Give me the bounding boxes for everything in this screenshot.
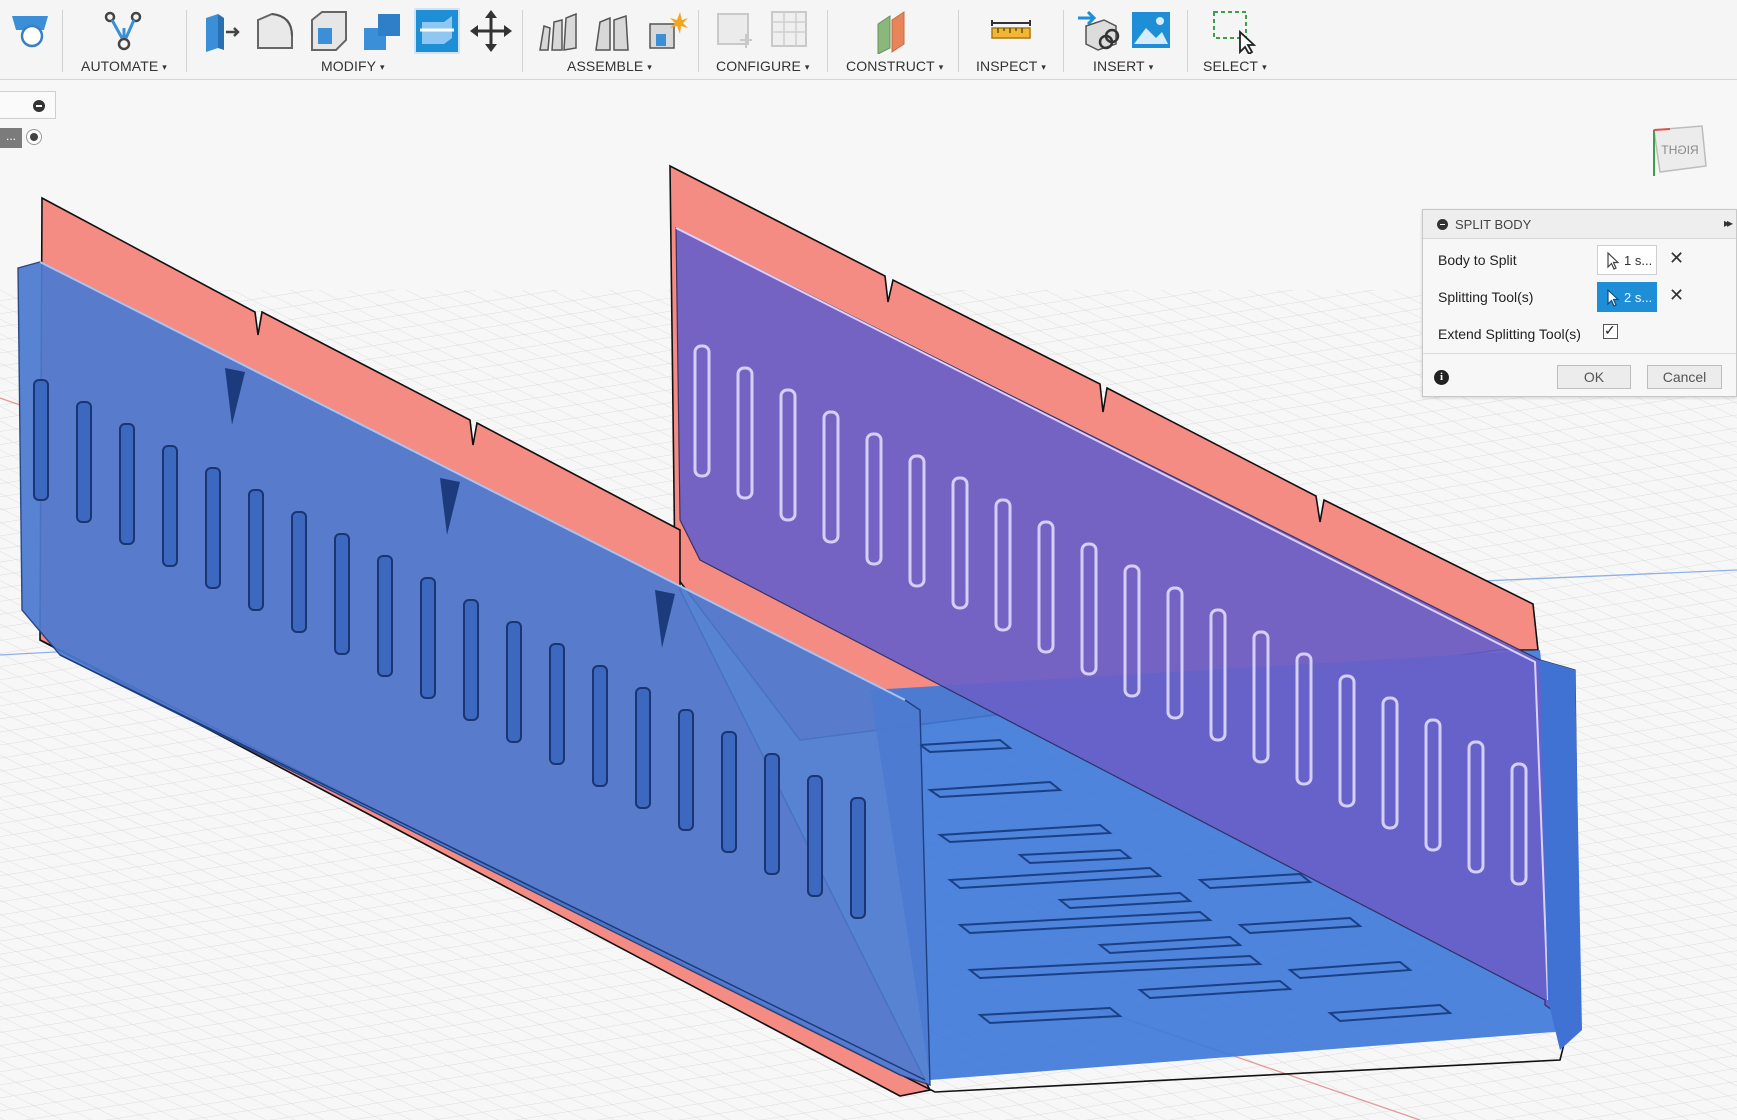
view-cube[interactable]: RIGHT — [1640, 116, 1712, 186]
construct-label: CONSTRUCT — [846, 58, 935, 74]
insert-label: INSERT — [1093, 58, 1145, 74]
toolbar: AUTOMATE ▾ MODIFY ▾ ASSEMBLE ▾ CONFIGURE ▾ — [0, 0, 1737, 80]
insert-derive-icon[interactable] — [1076, 8, 1122, 54]
assemble-label: ASSEMBLE — [567, 58, 644, 74]
dialog-header[interactable]: SPLIT BODY ▸▸ — [1423, 210, 1736, 239]
chevron-down-icon: ▾ — [647, 62, 652, 72]
collapse-icon[interactable] — [33, 100, 45, 112]
collapse-icon[interactable] — [1437, 219, 1448, 230]
insert-canvas-icon[interactable] — [1128, 8, 1174, 54]
browser-panel-header[interactable] — [0, 91, 56, 119]
split-body-icon[interactable] — [414, 8, 460, 54]
body-to-split-selector[interactable]: 1 s... — [1597, 245, 1657, 275]
configure-menu[interactable]: CONFIGURE ▾ — [716, 58, 810, 74]
info-icon[interactable]: i — [1434, 370, 1449, 385]
body-to-split-value: 1 s... — [1624, 253, 1653, 268]
browser-row-label: ... — [0, 128, 22, 148]
chevron-down-icon: ▾ — [1262, 62, 1267, 72]
toolbar-divider — [958, 10, 959, 72]
chevron-down-icon: ▾ — [804, 62, 810, 72]
window-select-icon[interactable] — [1210, 8, 1256, 54]
automate-menu[interactable]: AUTOMATE ▾ — [81, 58, 167, 74]
move-icon[interactable] — [468, 8, 514, 54]
dialog-divider — [1423, 353, 1736, 354]
configuration-table-icon[interactable] — [766, 8, 812, 54]
measure-icon[interactable] — [988, 8, 1034, 54]
toolbar-divider — [698, 10, 699, 72]
modify-label: MODIFY — [321, 58, 377, 74]
view-cube-face-label: RIGHT — [1661, 143, 1699, 157]
chevron-down-icon: ▾ — [938, 62, 944, 72]
shell-icon[interactable] — [306, 8, 352, 54]
toolbar-divider — [1063, 10, 1064, 72]
new-component-icon[interactable] — [644, 8, 690, 54]
fillet-icon[interactable] — [252, 8, 298, 54]
construct-menu[interactable]: CONSTRUCT ▾ — [846, 58, 943, 74]
joint-icon[interactable] — [536, 8, 582, 54]
toolbar-divider — [522, 10, 523, 72]
splitting-tools-selector[interactable]: 2 s... — [1597, 282, 1657, 312]
body-to-split-label: Body to Split — [1438, 252, 1517, 268]
select-label: SELECT — [1203, 58, 1259, 74]
clear-body-selection-icon[interactable]: ✕ — [1669, 248, 1684, 269]
combine-icon[interactable] — [360, 8, 406, 54]
chevron-down-icon: ▾ — [380, 62, 385, 72]
toolbar-divider — [62, 10, 63, 72]
split-body-dialog: SPLIT BODY ▸▸ Body to Split 1 s... ✕ Spl… — [1422, 209, 1737, 397]
select-menu[interactable]: SELECT ▾ — [1203, 58, 1267, 74]
insert-menu[interactable]: INSERT ▾ — [1093, 58, 1153, 74]
inspect-label: INSPECT — [976, 58, 1038, 74]
extend-splitting-tools-checkbox[interactable]: ✓ — [1603, 322, 1618, 339]
expand-icon[interactable]: ▸▸ — [1724, 216, 1733, 230]
as-built-joint-icon[interactable] — [590, 8, 636, 54]
splitting-tools-label: Splitting Tool(s) — [1438, 289, 1534, 305]
modify-menu[interactable]: MODIFY ▾ — [321, 58, 385, 74]
press-pull-icon[interactable] — [198, 8, 244, 54]
chevron-down-icon: ▾ — [1148, 62, 1154, 72]
design-workspace-icon[interactable] — [8, 8, 54, 54]
browser-row[interactable]: ... — [0, 126, 52, 150]
clear-tools-selection-icon[interactable]: ✕ — [1669, 285, 1684, 306]
offset-plane-icon[interactable] — [872, 8, 918, 54]
assemble-menu[interactable]: ASSEMBLE ▾ — [567, 58, 652, 74]
automate-label: AUTOMATE — [81, 58, 159, 74]
cursor-icon — [1607, 252, 1620, 270]
ok-button[interactable]: OK — [1557, 365, 1631, 389]
checkmark-icon: ✓ — [1604, 322, 1616, 338]
automate-icon[interactable] — [100, 8, 146, 54]
splitting-tools-value: 2 s... — [1624, 290, 1653, 305]
toolbar-divider — [1187, 10, 1188, 72]
configure-label: CONFIGURE — [716, 58, 801, 74]
extend-splitting-tools-label: Extend Splitting Tool(s) — [1438, 326, 1581, 342]
chevron-down-icon: ▾ — [1041, 62, 1047, 72]
configure-icon[interactable] — [712, 8, 758, 54]
toolbar-divider — [827, 10, 828, 72]
inspect-menu[interactable]: INSPECT ▾ — [976, 58, 1046, 74]
toolbar-divider — [186, 10, 187, 72]
dialog-title: SPLIT BODY — [1455, 217, 1532, 232]
cancel-button[interactable]: Cancel — [1647, 365, 1722, 389]
chevron-down-icon: ▾ — [162, 62, 167, 72]
cursor-icon — [1607, 289, 1620, 307]
visibility-radio[interactable] — [26, 129, 42, 145]
